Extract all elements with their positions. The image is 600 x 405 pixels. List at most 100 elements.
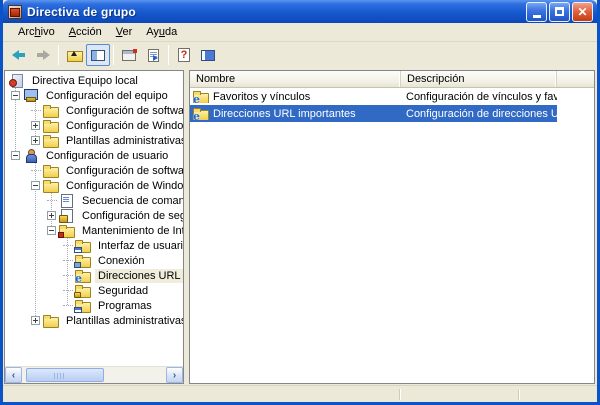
expand-toggle-icon[interactable]	[31, 121, 40, 130]
tree-item-secuencia-de-comandos[interactable]: Secuencia de comandos	[5, 193, 183, 208]
tree-item-plantillas-administrativas-equipo[interactable]: Plantillas administrativas	[5, 133, 183, 148]
export-list-button[interactable]	[141, 44, 165, 66]
group-policy-app-icon	[7, 4, 23, 19]
scroll-left-button[interactable]: ‹	[5, 367, 22, 383]
export-list-icon	[148, 49, 159, 62]
tree-item-configuracion-de-software-equipo[interactable]: Configuración de software	[5, 103, 183, 118]
forward-arrow-icon	[36, 50, 50, 60]
title-bar[interactable]: Directiva de grupo ✕	[3, 0, 597, 23]
toolbar-separator	[58, 45, 59, 65]
minimize-icon	[533, 15, 541, 18]
script-icon	[59, 194, 75, 207]
minimize-button[interactable]	[526, 2, 547, 22]
help-icon	[178, 48, 190, 62]
folder-icon	[43, 104, 59, 117]
scroll-right-button[interactable]: ›	[166, 367, 183, 383]
list-item-name: Favoritos y vínculos	[213, 91, 310, 103]
folder-icon	[43, 179, 59, 192]
panel-view-icon	[201, 50, 215, 61]
program-badge-icon	[74, 307, 82, 313]
tree-item-mantenimiento-de-internet[interactable]: Mantenimiento de Intern	[5, 223, 183, 238]
maximize-button[interactable]	[549, 2, 570, 22]
program-folder-icon	[75, 299, 91, 312]
folder-icon	[43, 164, 59, 177]
group-policy-window: Directiva de grupo ✕ Archivo Acción Ver …	[0, 0, 600, 405]
ie-folder-icon: e	[193, 107, 209, 120]
properties-button[interactable]	[117, 44, 141, 66]
menu-ver[interactable]: Ver	[109, 24, 140, 40]
expand-toggle-icon[interactable]	[47, 211, 56, 220]
folder-icon	[43, 119, 59, 132]
menu-bar: Archivo Acción Ver Ayuda	[3, 23, 597, 42]
list-item-name: Direcciones URL importantes	[213, 108, 356, 120]
tree-item-direcciones-url[interactable]: e Direcciones URL	[5, 268, 183, 283]
ie-badge-icon: e	[75, 273, 82, 283]
console-tree: Directiva Equipo local Configuración del…	[5, 71, 183, 366]
tree-item-configuracion-de-windows-usuario[interactable]: Configuración de Windows	[5, 178, 183, 193]
help-button[interactable]	[172, 44, 196, 66]
tree-connector	[63, 268, 75, 283]
column-header-descripcion[interactable]: Descripción	[401, 71, 557, 87]
column-header-empty	[557, 71, 594, 87]
window-controls: ✕	[526, 2, 593, 22]
status-bar	[3, 385, 597, 402]
tree-item-configuracion-de-usuario[interactable]: Configuración de usuario	[5, 148, 183, 163]
folder-icon	[43, 314, 59, 327]
maintenance-badge-icon	[58, 232, 64, 238]
list-item-description: Configuración de direcciones UR...	[401, 108, 557, 120]
window-badge-icon	[74, 247, 82, 253]
security-doc-icon	[59, 209, 75, 222]
show-hide-console-tree-button[interactable]	[86, 44, 110, 66]
back-arrow-icon	[12, 50, 26, 60]
close-button[interactable]: ✕	[572, 2, 593, 22]
expand-toggle-icon[interactable]	[31, 136, 40, 145]
connection-folder-icon	[75, 254, 91, 267]
tree-item-directiva-equipo-local[interactable]: Directiva Equipo local	[5, 73, 183, 88]
connection-badge-icon	[74, 262, 81, 268]
menu-archivo[interactable]: Archivo	[11, 24, 62, 40]
scrollbar-thumb[interactable]	[26, 368, 104, 382]
lock-folder-icon	[75, 284, 91, 297]
list-row-direcciones-url-importantes[interactable]: e Direcciones URL importantes Configurac…	[190, 105, 557, 122]
status-bar-divider	[518, 389, 519, 400]
ie-badge-icon: e	[193, 94, 200, 103]
tree-item-interfaz-de-usuario[interactable]: Interfaz de usuario	[5, 238, 183, 253]
ie-folder-icon: e	[193, 90, 209, 103]
folder-icon	[43, 134, 59, 147]
menu-accion[interactable]: Acción	[62, 24, 109, 40]
toolbar-separator	[168, 45, 169, 65]
collapse-toggle-icon[interactable]	[31, 181, 40, 190]
collapse-toggle-icon[interactable]	[47, 226, 56, 235]
console-content: Directiva Equipo local Configuración del…	[3, 68, 597, 385]
forward-button[interactable]	[31, 44, 55, 66]
tree-item-programas[interactable]: Programas	[5, 298, 183, 313]
window-title: Directiva de grupo	[27, 5, 136, 19]
tree-connector	[31, 103, 43, 118]
properties-icon	[122, 50, 136, 61]
tree-item-conexion[interactable]: Conexión	[5, 253, 183, 268]
tree-connector	[31, 163, 43, 178]
console-tree-panel: Directiva Equipo local Configuración del…	[4, 70, 184, 384]
tree-item-configuracion-del-equipo[interactable]: Configuración del equipo	[5, 88, 183, 103]
collapse-toggle-icon[interactable]	[11, 151, 20, 160]
user-icon	[23, 149, 39, 162]
ie-folder-icon: e	[75, 269, 91, 282]
menu-ayuda[interactable]: Ayuda	[139, 24, 184, 40]
tree-item-configuracion-de-software-usuario[interactable]: Configuración de software	[5, 163, 183, 178]
tree-item-configuracion-de-windows-equipo[interactable]: Configuración de Windows	[5, 118, 183, 133]
tree-item-configuracion-de-seguridad[interactable]: Configuración de seguri	[5, 208, 183, 223]
column-header-nombre[interactable]: Nombre	[190, 71, 401, 87]
close-icon: ✕	[577, 6, 587, 18]
list-row-favoritos-y-vinculos[interactable]: e Favoritos y vínculos Configuración de …	[190, 88, 557, 105]
tree-connector	[47, 193, 59, 208]
back-button[interactable]	[7, 44, 31, 66]
tree-item-seguridad[interactable]: Seguridad	[5, 283, 183, 298]
expand-toggle-icon[interactable]	[31, 316, 40, 325]
up-folder-icon	[67, 49, 82, 61]
status-bar-divider	[399, 389, 400, 400]
tree-item-plantillas-administrativas-usuario[interactable]: Plantillas administrativas	[5, 313, 183, 328]
collapse-toggle-icon[interactable]	[11, 91, 20, 100]
show-hide-panel-button[interactable]	[196, 44, 220, 66]
policy-icon	[9, 74, 25, 87]
up-one-level-button[interactable]	[62, 44, 86, 66]
